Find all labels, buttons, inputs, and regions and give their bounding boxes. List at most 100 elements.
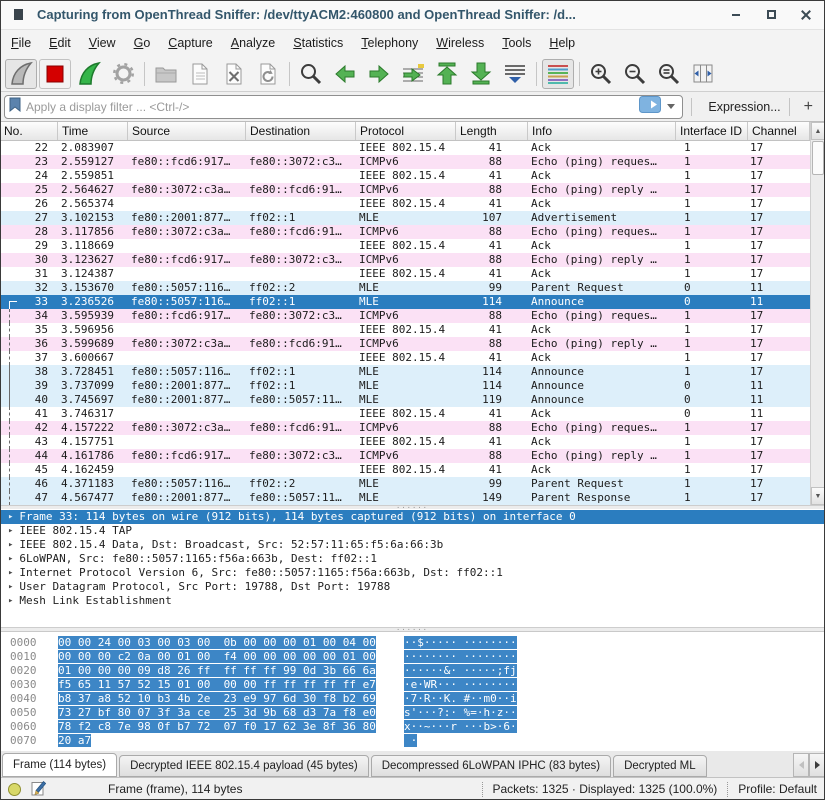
packet-row-23[interactable]: 232.559127fe80::fcd6:917…fe80::3072:c3…I… [0,155,810,169]
byte-tab-3[interactable]: Decrypted ML [613,755,707,777]
column-header-time[interactable]: Time [58,122,128,140]
expand-arrow-icon[interactable]: ▸ [8,566,13,580]
detail-line-6[interactable]: ▸Mesh Link Establishment [0,594,825,608]
packet-row-41[interactable]: 413.746317IEEE 802.15.441Ack011 [0,407,810,421]
expand-arrow-icon[interactable]: ▸ [8,594,13,608]
packet-row-28[interactable]: 283.117856fe80::3072:c3a…fe80::fcd6:91…I… [0,225,810,239]
capture-options-button[interactable] [107,59,139,89]
packet-list-scrollbar[interactable]: ▲ ▼ [810,122,825,505]
go-to-packet-button[interactable] [397,59,429,89]
zoom-out-button[interactable] [619,59,651,89]
hex-row-0020[interactable]: 002001 00 00 00 09 d8 26 ff ff ff ff 99 … [0,664,825,678]
detail-line-1[interactable]: ▸IEEE 802.15.4 TAP [0,524,825,538]
stop-capture-button[interactable] [39,59,71,89]
column-header-length[interactable]: Length [456,122,528,140]
apply-filter-button[interactable] [639,96,661,118]
resize-columns-button[interactable] [687,59,719,89]
expand-arrow-icon[interactable]: ▸ [8,552,13,566]
column-header-source[interactable]: Source [128,122,246,140]
packet-row-27[interactable]: 273.102153fe80::2001:877…ff02::1MLE107Ad… [0,211,810,225]
column-header-no[interactable]: No. [0,122,58,140]
list-detail-splitter[interactable] [0,505,825,509]
hex-row-0010[interactable]: 001000 00 00 c2 0a 00 01 00 f4 00 00 00 … [0,650,825,664]
menu-file[interactable]: File [2,30,40,56]
expand-arrow-icon[interactable]: ▸ [8,580,13,594]
capture-comment-button[interactable] [31,780,46,799]
packet-row-29[interactable]: 293.118669IEEE 802.15.441Ack117 [0,239,810,253]
hex-row-0050[interactable]: 005073 27 bf 80 07 3f 3a ce 25 3d 9b 68 … [0,706,825,720]
scroll-up-arrow[interactable]: ▲ [811,122,825,140]
close-file-button[interactable] [218,59,250,89]
packet-row-44[interactable]: 444.161786fe80::fcd6:917…fe80::3072:c3…I… [0,449,810,463]
packet-row-25[interactable]: 252.564627fe80::3072:c3a…fe80::fcd6:91…I… [0,183,810,197]
expression-button[interactable]: Expression... [708,100,780,114]
status-profile[interactable]: Profile: Default [738,782,817,796]
column-header-protocol[interactable]: Protocol [356,122,456,140]
auto-scroll-button[interactable] [499,59,531,89]
byte-tab-0[interactable]: Frame (114 bytes) [2,753,117,777]
menu-telephony[interactable]: Telephony [352,30,427,56]
colorize-button[interactable] [542,59,574,89]
packet-row-22[interactable]: 222.083907IEEE 802.15.441Ack117 [0,141,810,155]
packet-row-26[interactable]: 262.565374IEEE 802.15.441Ack117 [0,197,810,211]
expert-info-button[interactable] [8,783,21,796]
column-header-info[interactable]: Info [528,122,676,140]
packet-row-39[interactable]: 393.737099fe80::2001:877…ff02::1MLE114An… [0,379,810,393]
go-first-packet-button[interactable] [431,59,463,89]
column-header-channel[interactable]: Channel [748,122,810,140]
byte-tab-2[interactable]: Decompressed 6LoWPAN IPHC (83 bytes) [371,755,611,777]
find-packet-button[interactable] [295,59,327,89]
menu-help[interactable]: Help [540,30,584,56]
hex-row-0000[interactable]: 000000 00 24 00 03 00 03 00 0b 00 00 00 … [0,636,825,650]
expand-arrow-icon[interactable]: ▸ [8,524,13,538]
menu-wireless[interactable]: Wireless [427,30,493,56]
go-last-packet-button[interactable] [465,59,497,89]
packet-row-24[interactable]: 242.559851IEEE 802.15.441Ack117 [0,169,810,183]
expand-arrow-icon[interactable]: ▸ [8,538,13,552]
hex-row-0040[interactable]: 0040b8 37 a8 52 10 b3 4b 2e 23 e9 97 6d … [0,692,825,706]
tabs-scroll-right-button[interactable] [809,753,825,777]
menu-go[interactable]: Go [125,30,160,56]
detail-bytes-splitter[interactable] [0,627,825,631]
packet-row-33[interactable]: 333.236526fe80::5057:116…ff02::1MLE114An… [0,295,810,309]
tabs-scroll-left-button[interactable] [793,753,809,777]
menu-view[interactable]: View [80,30,125,56]
zoom-in-button[interactable] [585,59,617,89]
column-header-iface[interactable]: Interface ID [676,122,748,140]
packet-row-34[interactable]: 343.595939fe80::fcd6:917…fe80::3072:c3…I… [0,309,810,323]
column-header-destination[interactable]: Destination [246,122,356,140]
maximize-button[interactable] [764,8,778,22]
hex-row-0060[interactable]: 006078 f2 c8 7e 98 0f b7 72 07 f0 17 62 … [0,720,825,734]
packet-row-37[interactable]: 373.600667IEEE 802.15.441Ack117 [0,351,810,365]
detail-line-3[interactable]: ▸6LoWPAN, Src: fe80::5057:1165:f56a:663b… [0,552,825,566]
packet-row-32[interactable]: 323.153670fe80::5057:116…ff02::2MLE99Par… [0,281,810,295]
detail-line-2[interactable]: ▸IEEE 802.15.4 Data, Dst: Broadcast, Src… [0,538,825,552]
packet-row-30[interactable]: 303.123627fe80::fcd6:917…fe80::3072:c3…I… [0,253,810,267]
detail-line-4[interactable]: ▸Internet Protocol Version 6, Src: fe80:… [0,566,825,580]
menu-edit[interactable]: Edit [40,30,80,56]
open-file-button[interactable] [150,59,182,89]
menu-tools[interactable]: Tools [493,30,540,56]
menu-capture[interactable]: Capture [159,30,221,56]
zoom-reset-button[interactable] [653,59,685,89]
display-filter-input[interactable] [26,100,639,114]
close-button[interactable] [799,8,813,22]
expand-arrow-icon[interactable]: ▸ [8,510,13,524]
start-capture-button[interactable] [5,59,37,89]
packet-row-45[interactable]: 454.162459IEEE 802.15.441Ack117 [0,463,810,477]
hex-row-0030[interactable]: 0030f5 65 11 57 52 15 01 00 00 00 ff ff … [0,678,825,692]
hex-row-0070[interactable]: 007020 a7 · [0,734,825,748]
reload-file-button[interactable] [252,59,284,89]
restart-capture-button[interactable] [73,59,105,89]
scroll-thumb[interactable] [812,141,824,175]
packet-row-46[interactable]: 464.371183fe80::5057:116…ff02::2MLE99Par… [0,477,810,491]
save-file-button[interactable] [184,59,216,89]
detail-line-5[interactable]: ▸User Datagram Protocol, Src Port: 19788… [0,580,825,594]
add-filter-button[interactable]: + [798,98,819,116]
packet-row-43[interactable]: 434.157751IEEE 802.15.441Ack117 [0,435,810,449]
byte-tab-1[interactable]: Decrypted IEEE 802.15.4 payload (45 byte… [119,755,369,777]
minimize-button[interactable] [729,8,743,22]
packet-row-40[interactable]: 403.745697fe80::2001:877…fe80::5057:11…M… [0,393,810,407]
packet-row-35[interactable]: 353.596956IEEE 802.15.441Ack117 [0,323,810,337]
filter-history-dropdown[interactable] [667,104,675,109]
